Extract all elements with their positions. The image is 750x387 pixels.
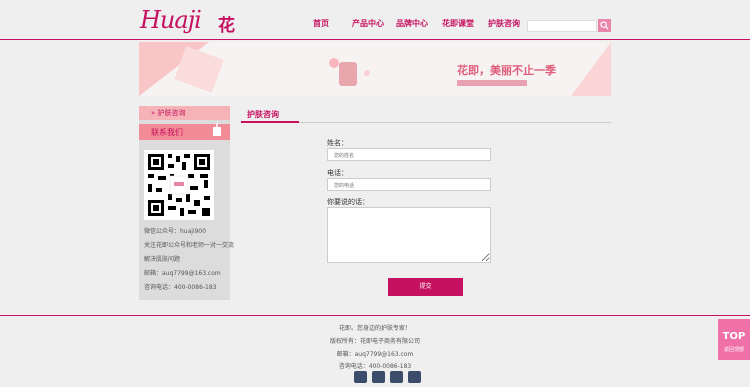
phone-input[interactable]	[327, 178, 491, 191]
name-input[interactable]	[327, 148, 491, 161]
weibo-icon[interactable]	[354, 371, 367, 383]
banner: 花即，美丽不止一季	[139, 42, 611, 96]
nav-brand[interactable]: 品牌中心	[396, 18, 428, 29]
top-sublabel: 返回顶部	[723, 347, 744, 353]
nav-products[interactable]: 产品中心	[352, 18, 384, 29]
phone-label: 电话：	[327, 169, 348, 177]
nav-home[interactable]: 首页	[313, 18, 329, 29]
qr-code	[144, 150, 214, 220]
back-to-top-button[interactable]: TOP 返回顶部	[718, 319, 750, 360]
qr-code-icon	[148, 154, 210, 216]
search-input[interactable]	[527, 20, 597, 32]
top-label: TOP	[722, 331, 746, 342]
sidebar-item-consult[interactable]: » 护肤咨询	[139, 106, 230, 120]
message-textarea[interactable]	[327, 207, 491, 263]
footer-divider	[0, 315, 750, 316]
tab-consult[interactable]: 护肤咨询	[241, 106, 299, 123]
wechat-account: 微信公众号：huaji900	[144, 228, 207, 235]
contact-title: 联系我们	[151, 128, 183, 137]
solve-text: 解决肌肤问题	[144, 256, 181, 263]
cup-icon	[213, 123, 221, 136]
nav-consult[interactable]: 护肤咨询	[488, 18, 520, 29]
search-icon	[600, 21, 609, 30]
logo-script: Huaji	[140, 6, 202, 34]
logo[interactable]: Huaji 花即	[140, 6, 250, 61]
nav-classroom[interactable]: 花即课堂	[442, 18, 474, 29]
tab-label: 护肤咨询	[247, 110, 279, 119]
banner-decor	[329, 58, 339, 68]
contact-header: 联系我们	[139, 123, 230, 140]
submit-button[interactable]: 提交	[388, 278, 463, 296]
banner-decor	[571, 42, 611, 96]
banner-decor	[364, 70, 370, 76]
banner-slogan: 花即，美丽不止一季	[457, 64, 556, 77]
footer-email: 邮箱：auq7799@163.com	[336, 351, 414, 358]
footer-copyright: 版权所有：花即电子商务有限公司	[329, 338, 420, 345]
banner-product-image	[339, 62, 357, 86]
header: Huaji 花即 首页 产品中心 品牌中心 花即课堂 护肤咨询	[0, 0, 750, 61]
qq-icon[interactable]	[390, 371, 403, 383]
contact-phone: 咨询电话：400-0086-183	[144, 284, 217, 291]
sidebar: » 护肤咨询 联系我们 微信公众号：huaji900 关注花即公众号和老师一对一…	[139, 106, 234, 300]
wechat-icon[interactable]	[372, 371, 385, 383]
baidu-icon[interactable]	[408, 371, 421, 383]
name-label: 姓名：	[327, 139, 348, 147]
banner-subslogan-bar	[457, 80, 527, 86]
follow-text: 关注花即公众号和老师一对一交流	[144, 242, 235, 249]
message-label: 你要说的话：	[327, 198, 369, 206]
search-button[interactable]	[598, 19, 611, 32]
sidebar-crumb-label: » 护肤咨询	[151, 109, 186, 117]
footer-slogan: 花即。您身边的护肤专家！	[338, 325, 411, 332]
footer-phone: 咨询电话：400-0086-183	[338, 363, 412, 370]
content: 护肤咨询 姓名： 电话： 你要说的话： 提交	[241, 106, 611, 306]
contact-email: 邮箱：auq7799@163.com	[144, 270, 221, 277]
